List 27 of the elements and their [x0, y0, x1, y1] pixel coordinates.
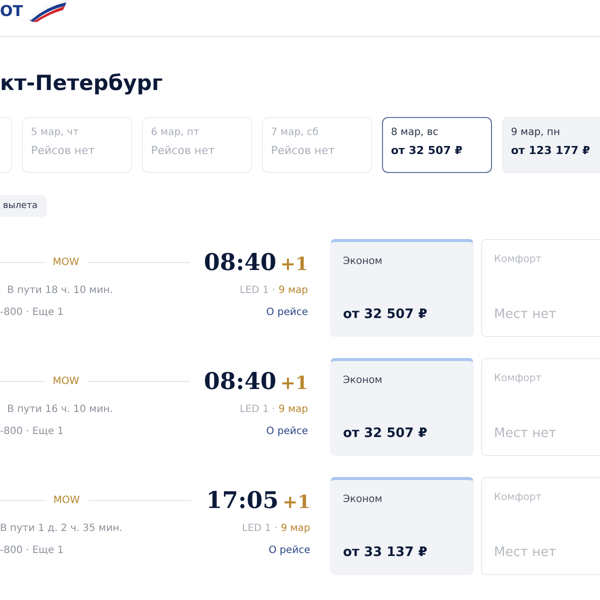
date-card[interactable]: 9 мар, пн от 123 177 ₽ [502, 117, 600, 173]
arrival-time: 08:40 +1 [202, 248, 308, 276]
logo-text[interactable]: ОТ [0, 2, 23, 20]
flight-details-link[interactable]: О рейсе [200, 426, 308, 436]
aircraft-info: -800 · Еще 1 [0, 306, 65, 318]
arrival-info: LED 1 · 9 мар [238, 284, 308, 296]
aircraft-info: -800 · Еще 1 [0, 426, 65, 436]
arrival-info: LED 1 · 9 мар [241, 522, 310, 534]
date-card[interactable]: 8 мар, вс от 32 507 ₽ [382, 117, 492, 173]
flight-details-link[interactable]: О рейсе [200, 306, 308, 318]
flag-swoosh-logo-icon [26, 0, 69, 22]
transfer-airport: MOW [53, 494, 80, 506]
arrival-time: 08:40 +1 [202, 368, 308, 394]
flight-duration: В пути 1 д. 2 ч. 35 мин. [0, 522, 124, 534]
flight-duration: В пути 16 ч. 10 мин. [6, 404, 114, 414]
flight-details-link[interactable]: О рейсе [202, 544, 310, 556]
transfer-airport: MOW [52, 376, 80, 386]
filter-chip[interactable]: вылета [0, 195, 48, 217]
fare-card[interactable]: Эконом от 33 137 ₽ [330, 477, 474, 575]
flight-duration: В пути 18 ч. 10 мин. [6, 284, 114, 296]
fare-card[interactable]: Эконом от 32 507 ₽ [330, 358, 474, 456]
aircraft-info: -800 · Еще 1 [0, 544, 65, 556]
transfer-airport: MOW [52, 256, 80, 268]
arrival-info: LED 1 · 9 мар [238, 404, 308, 414]
page-title: кт-Петербург [0, 71, 164, 95]
arrival-time: 17:05 +1 [205, 486, 310, 514]
fare-card[interactable]: Эконом от 32 507 ₽ [330, 239, 474, 337]
